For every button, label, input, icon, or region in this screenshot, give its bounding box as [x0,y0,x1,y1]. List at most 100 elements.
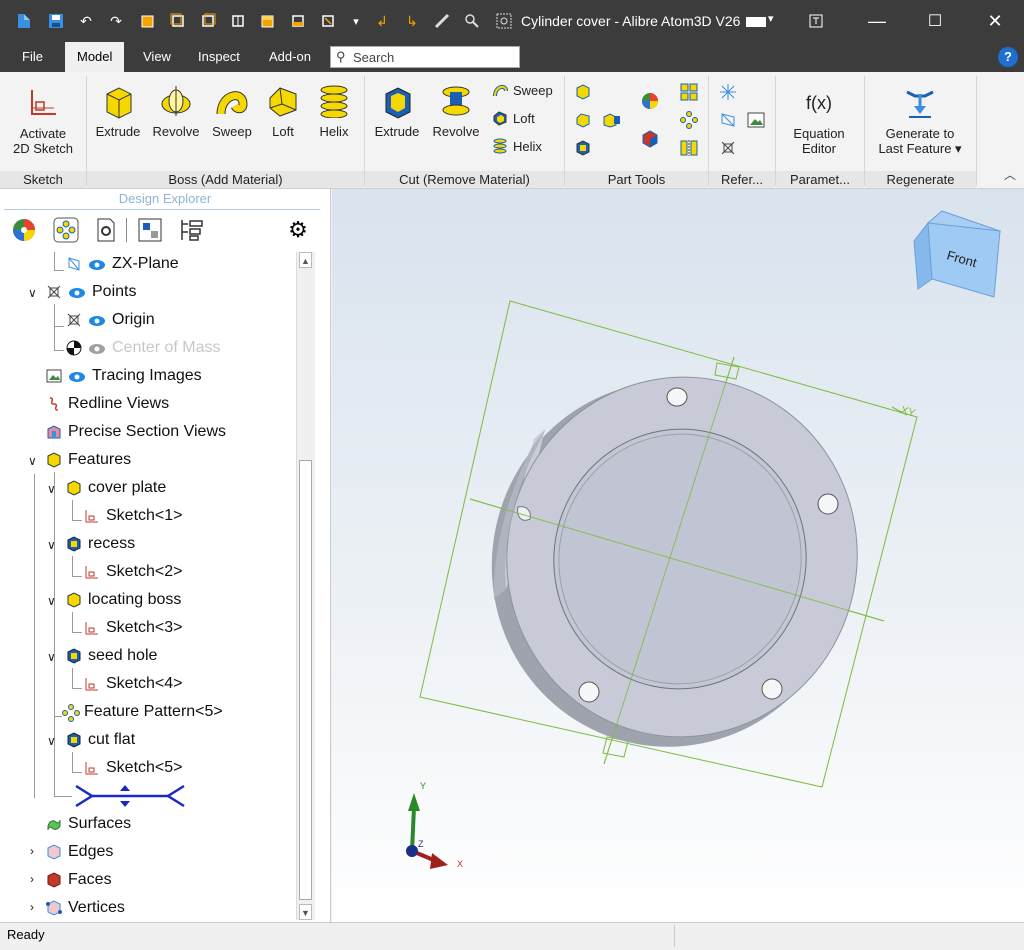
3d-viewport[interactable]: XY Front Y X Z [332,189,1024,922]
pattern-circular-icon[interactable] [680,111,698,132]
zoom-window-icon[interactable] [494,11,514,31]
cut-extrude-button[interactable]: Extrude [372,84,422,139]
tab-add-on[interactable]: Add-on [257,42,323,72]
tree-item-locating-boss[interactable]: locating boss [66,588,181,612]
tab-view[interactable]: View [131,42,183,72]
tree-item-features[interactable]: Features [46,448,131,472]
boss-revolve-button[interactable]: Revolve [150,84,202,139]
tree-item-sketch-5[interactable]: Sketch<5> [84,756,183,780]
part-tool-chamfer-icon[interactable] [575,112,591,131]
scroll-down-icon[interactable]: ▼ [299,904,312,920]
reference-axis-icon[interactable] [719,83,737,104]
rollback-marker-handle[interactable] [74,784,186,811]
scroll-thumb[interactable] [299,460,312,900]
restore-panel-icon[interactable] [787,0,845,42]
tree-item-tracing-images[interactable]: Tracing Images [46,364,202,388]
maximize-button[interactable]: ☐ [906,0,964,42]
tree-item-surfaces[interactable]: Surfaces [46,812,131,836]
generate-to-last-feature-button[interactable]: Generate to Last Feature ▾ [870,86,970,156]
visible-eye-icon[interactable] [88,314,106,326]
tree-item-sketch-3[interactable]: Sketch<3> [84,616,183,640]
boss-sweep-button[interactable]: Sweep [208,84,256,139]
hidden-eye-icon[interactable] [88,342,106,354]
view-bottom-icon[interactable] [288,11,308,31]
view-cube[interactable]: Front [913,210,1001,298]
measure-icon[interactable] [432,11,452,31]
help-icon[interactable]: ? [998,47,1018,67]
tree-item-cut-flat[interactable]: cut flat [66,728,135,752]
visible-eye-icon[interactable] [88,258,106,270]
chevron-down-icon[interactable]: ∨ [47,482,56,496]
tab-model[interactable]: Model [65,42,125,72]
app-logo-icon[interactable] [14,11,34,31]
view-front-icon[interactable] [168,11,188,31]
tree-item-recess[interactable]: recess [66,532,135,556]
boss-extrude-button[interactable]: Extrude [93,84,143,139]
tree-item-redline-views[interactable]: Redline Views [46,392,169,416]
boss-helix-button[interactable]: Helix [312,84,356,139]
close-button[interactable]: ✕ [966,0,1024,42]
tracing-image-icon[interactable] [747,111,765,132]
tree-item-sketch-2[interactable]: Sketch<2> [84,560,183,584]
view-iso-icon[interactable] [138,11,158,31]
redo-icon[interactable]: ↷ [106,11,126,31]
cut-sweep-button[interactable]: Sweep [492,82,553,98]
pattern-grid-icon[interactable] [680,83,698,104]
view-left-icon[interactable] [228,11,248,31]
tree-item-cover-plate[interactable]: cover plate [66,476,166,500]
part-tool-material-icon[interactable] [641,130,659,151]
visible-eye-icon[interactable] [68,370,86,382]
boss-loft-button[interactable]: Loft [264,84,302,139]
pattern-filter-icon[interactable] [52,216,80,244]
view-right-icon[interactable] [318,11,338,31]
tree-item-feature-pattern-5[interactable]: Feature Pattern<5> [62,700,223,724]
cylinder-cover-part[interactable] [458,345,891,780]
view-back-icon[interactable] [198,11,218,31]
part-tool-fillet-icon[interactable] [575,84,591,103]
cut-revolve-button[interactable]: Revolve [430,84,482,139]
reference-point-icon[interactable] [719,139,737,160]
chevron-right-icon[interactable]: › [30,844,34,858]
chevron-down-icon[interactable]: ∨ [47,650,56,664]
color-wheel-icon[interactable] [10,216,38,244]
chevron-down-icon[interactable]: ∨ [47,734,56,748]
reference-plane-icon[interactable] [719,111,737,132]
layout-view-icon[interactable] [136,216,164,244]
undo-icon[interactable]: ↶ [76,11,96,31]
tree-item-precise-section-views[interactable]: Precise Section Views [46,420,226,444]
visible-eye-icon[interactable] [68,286,86,298]
scroll-up-icon[interactable]: ▲ [299,252,312,268]
gear-icon[interactable]: ⚙ [284,216,312,244]
equation-editor-button[interactable]: f(x) Equation Editor [784,86,854,156]
minimize-button[interactable]: — [848,0,906,42]
tab-file[interactable]: File [10,42,55,72]
tree-item-zx-plane[interactable]: ZX-Plane [66,252,179,276]
activate-2d-sketch-button[interactable]: Activate 2D Sketch [8,86,78,156]
tree-item-seed-hole[interactable]: seed hole [66,644,157,668]
part-tool-shell-icon[interactable] [575,140,591,159]
part-tool-draft-icon[interactable] [603,112,621,131]
tree-item-sketch-1[interactable]: Sketch<1> [84,504,183,528]
chevron-down-icon[interactable]: ∨ [28,286,37,300]
step-forward-icon[interactable]: ↳ [402,11,422,31]
tree-scrollbar[interactable]: ▲ ▼ [296,252,315,920]
save-icon[interactable] [46,11,66,31]
tree-item-vertices[interactable]: Vertices [46,896,125,920]
tree-item-points[interactable]: Points [46,280,136,304]
title-dropdown-icon[interactable]: ▾ [768,12,774,25]
tree-item-faces[interactable]: Faces [46,868,112,892]
chevron-down-icon[interactable]: ∨ [47,594,56,608]
collapse-ribbon-icon[interactable]: ︿ [1004,166,1016,183]
part-tool-color-icon[interactable] [641,92,659,113]
tree-view-icon[interactable] [178,216,206,244]
chevron-right-icon[interactable]: › [30,900,34,914]
cut-helix-button[interactable]: Helix [492,138,542,154]
zoom-icon[interactable] [462,11,482,31]
cut-loft-button[interactable]: Loft [492,110,535,126]
step-back-icon[interactable]: ↲ [372,11,392,31]
chevron-down-icon[interactable]: ∨ [47,538,56,552]
tree-item-center-of-mass[interactable]: Center of Mass [66,336,220,360]
settings-doc-icon[interactable] [92,216,120,244]
tab-inspect[interactable]: Inspect [186,42,252,72]
view-top-icon[interactable] [258,11,278,31]
